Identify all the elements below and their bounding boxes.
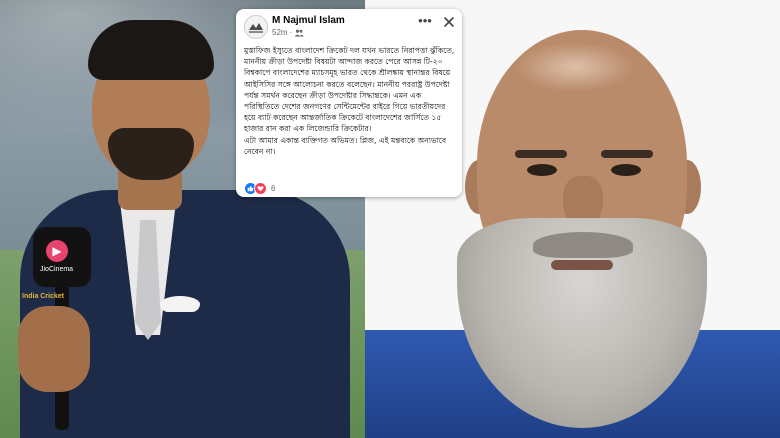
author-name[interactable]: M Najmul Islam (272, 15, 345, 26)
mouth (551, 260, 613, 270)
separator-dot: · (289, 28, 293, 37)
close-button[interactable] (441, 14, 457, 30)
avatar-logo-icon (245, 16, 267, 38)
love-icon (254, 182, 267, 195)
channel-tag: India Cricket (22, 293, 65, 300)
jiocinema-logo-icon: ▶ (46, 240, 68, 262)
post-paragraph: মুস্তাফিজ ইস্যুতে বাংলাদেশ ক্রিকেট দল যখ… (244, 46, 455, 134)
pocket-square (160, 296, 200, 312)
post-header: M Najmul Islam 52m · ••• (236, 9, 462, 43)
post-meta: 52m · (272, 28, 305, 37)
post-time[interactable]: 52m (272, 28, 288, 37)
right-eye (611, 164, 641, 176)
reaction-count: 6 (271, 184, 276, 193)
hair (88, 20, 214, 80)
reactions-summary[interactable]: 6 (244, 182, 275, 195)
avatar[interactable] (244, 15, 268, 39)
scalp-highlight (515, 42, 635, 92)
mic-brand-text: JioCinema (40, 266, 74, 273)
left-eyebrow (515, 150, 567, 158)
post-body: মুস্তাফিজ ইস্যুতে বাংলাদেশ ক্রিকেট দল যখ… (244, 45, 458, 157)
more-horizontal-icon: ••• (418, 13, 432, 28)
friends-icon (294, 29, 305, 36)
right-eyebrow (601, 150, 653, 158)
left-eye (527, 164, 557, 176)
mustache (533, 232, 633, 258)
facebook-post-card: M Najmul Islam 52m · ••• মুস্তাফিজ ইস্যু… (236, 9, 462, 197)
post-paragraph: এটা আমার একান্ত ব্যক্তিগত অভিমত। প্লিজ, … (244, 135, 447, 156)
close-icon (444, 17, 454, 27)
more-options-button[interactable]: ••• (416, 14, 434, 32)
hand (18, 306, 90, 392)
